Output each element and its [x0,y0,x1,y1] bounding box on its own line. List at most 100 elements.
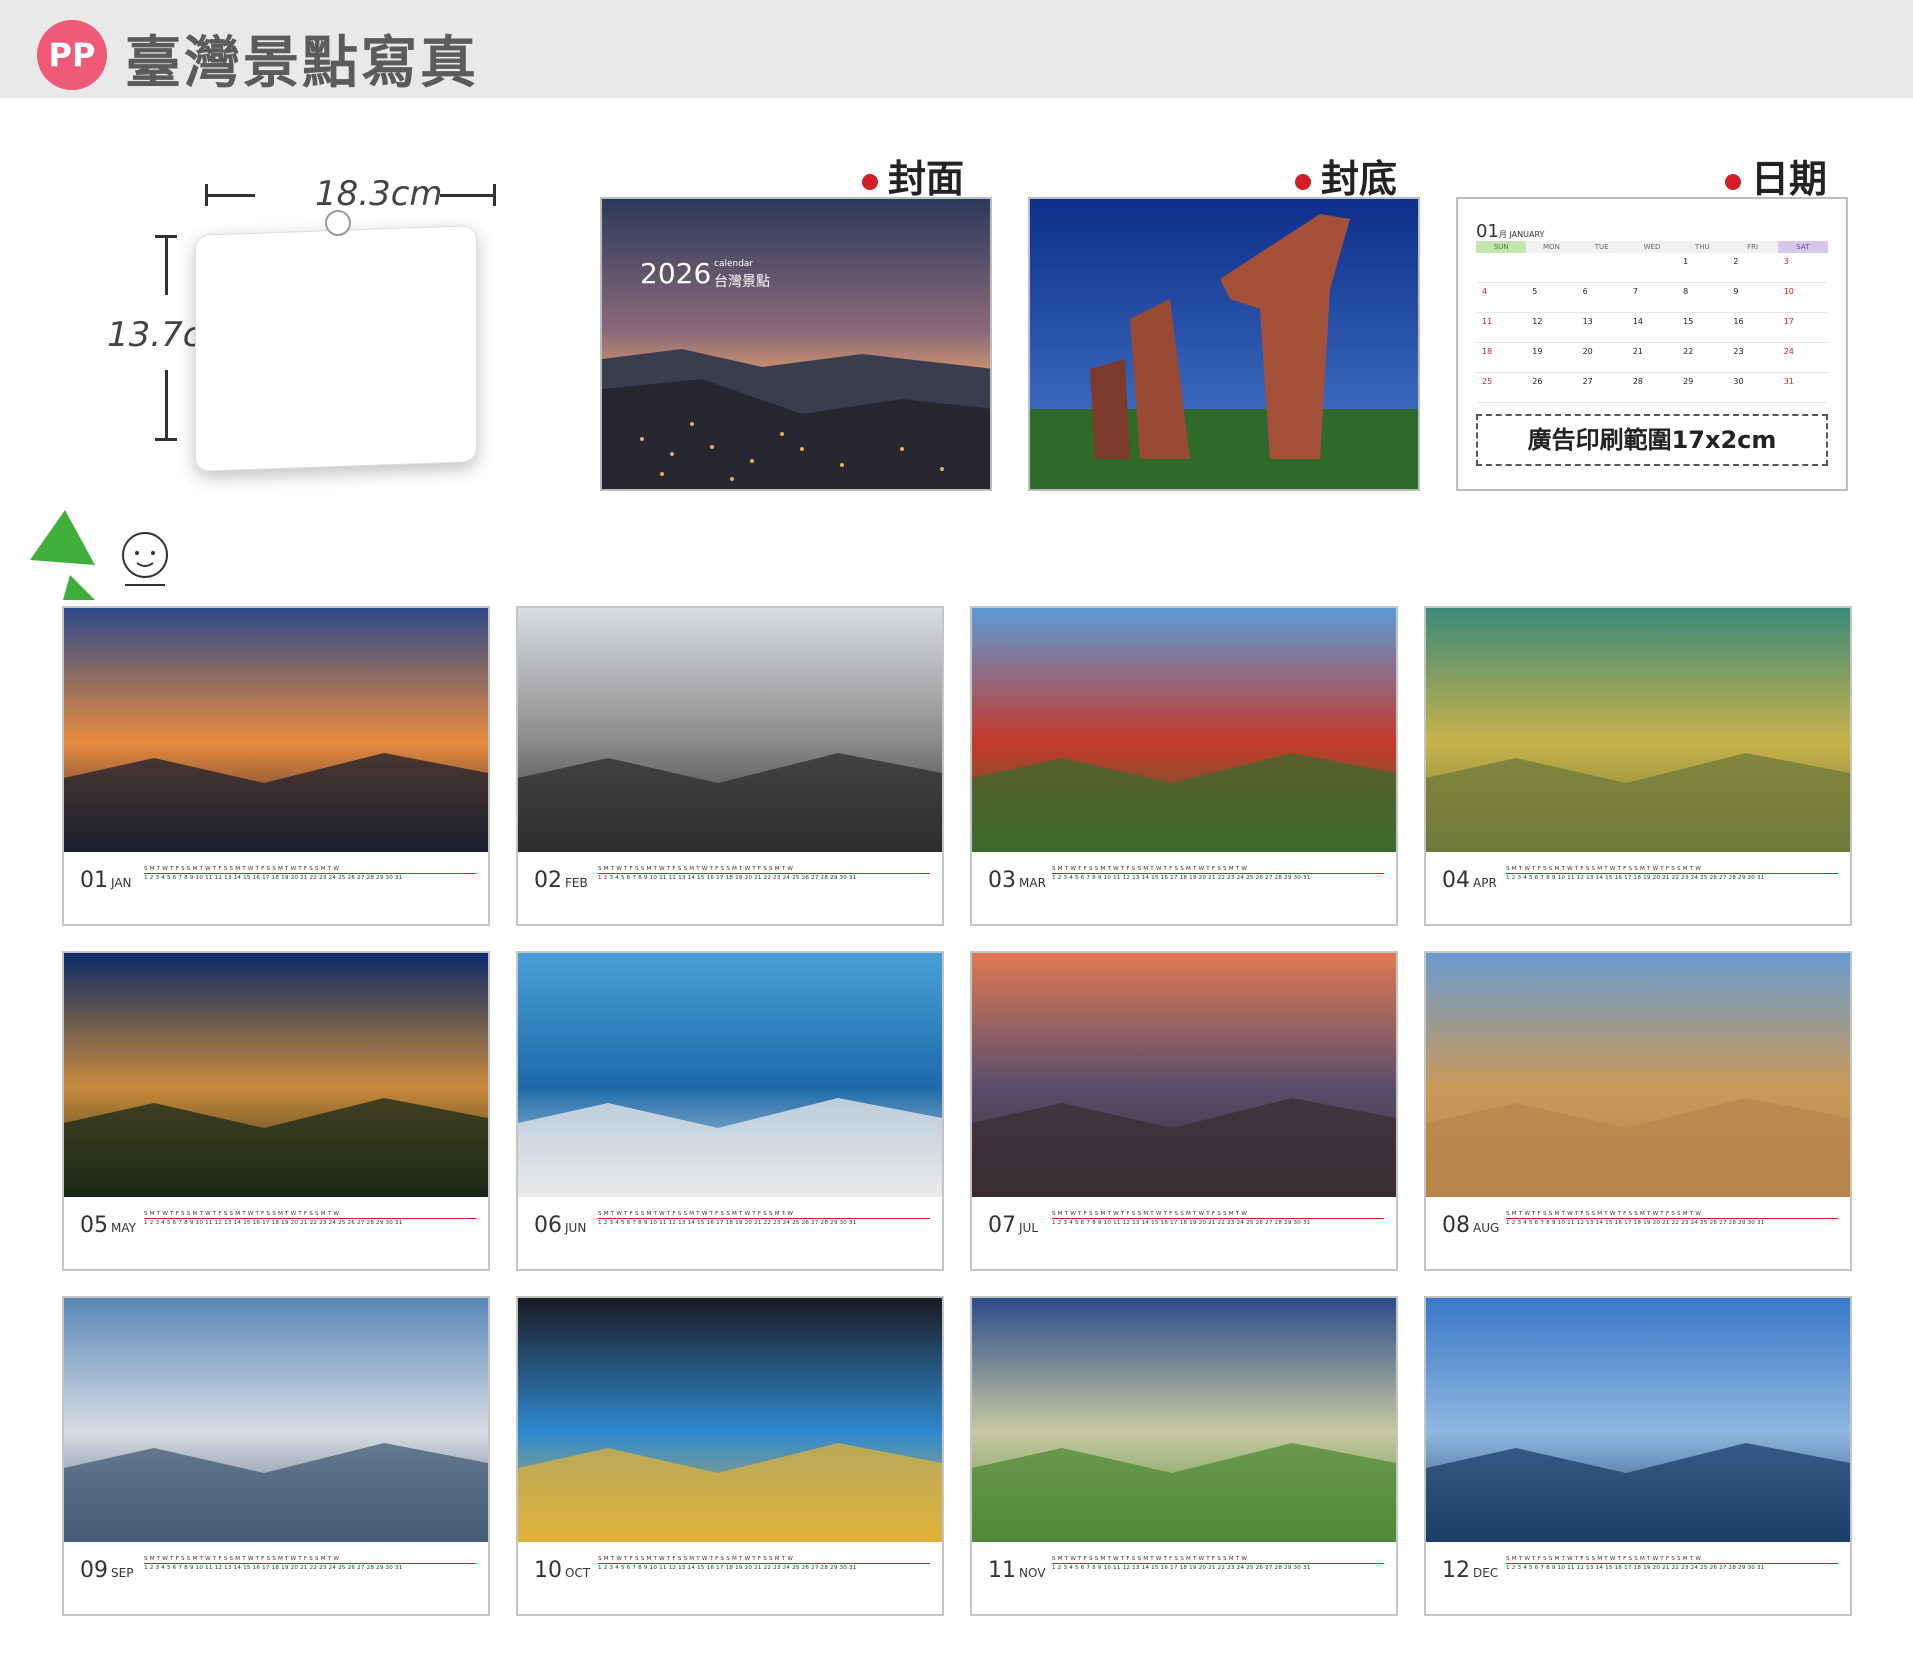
date-row: 11 12 13 14 15 16 17 [1476,313,1828,343]
date-strip: S M T W T F S S M T W T F S S M T W T F … [598,1556,930,1578]
calendar-sheet-illustration [195,225,477,472]
label-back: 封底 [1295,148,1397,203]
month-abbr: MAY [111,1221,136,1235]
date-cell: 24 [1783,347,1794,356]
weekday-label: TUE [1576,241,1627,253]
strip-rule [1052,1218,1384,1219]
weekday-header: SUN MON TUE WED THU FRI SAT [1476,241,1828,253]
date-cell [1627,253,1677,282]
date-strip: S M T W T F S S M T W T F S S M T W T F … [1506,1211,1838,1233]
date-strip: S M T W T F S S M T W T F S S M T W T F … [598,1211,930,1233]
weekday-label: THU [1677,241,1728,253]
hang-hole-icon [325,210,351,236]
strip-rule [1052,873,1384,874]
month-abbr: APR [1473,876,1497,890]
month-photo-image [518,608,942,852]
width-label: 18.3cm [315,174,443,214]
page-title: 臺灣景點寫真 [125,31,479,96]
month-abbr: NOV [1019,1566,1046,1580]
month-photo-image [1426,1298,1850,1542]
strip-dates: 1 2 3 4 5 6 7 8 9 10 11 12 13 14 15 16 1… [144,1220,403,1226]
strip-dates: 1 2 3 4 5 6 7 8 9 10 11 12 13 14 15 16 1… [598,875,857,881]
width-arrow-left [205,194,255,197]
date-grid: SUN MON TUE WED THU FRI SAT 1 2 3 4 5 6 7 8 9 10 11 12 13 1… [1476,241,1828,403]
month-photo-image [64,953,488,1197]
strip-dates: 1 2 3 4 5 6 7 8 9 10 11 12 13 14 15 16 1… [598,1220,857,1226]
red-dot-icon [862,173,878,190]
date-cell: 15 [1683,317,1694,326]
month-photo [972,608,1396,852]
strip-weekdays: S M T W T F S S M T W T F S S M T W T F … [144,866,340,872]
strip-rule [598,1218,930,1219]
cover-year: 2026 [640,257,712,290]
month-photo [64,1298,488,1542]
weekday-label: SAT [1777,241,1828,253]
month-abbr: MAR [1019,876,1046,890]
strip-rule [598,873,930,874]
strip-dates: 1 2 3 4 5 6 7 8 9 10 11 12 13 14 15 16 1… [1052,875,1311,881]
strip-rule [1506,873,1838,874]
width-arrow-right [440,194,495,197]
month-photo-image [1426,953,1850,1197]
month-card-jul: 07 JUL S M T W T F S S M T W T F S S M T W… [970,951,1398,1271]
back-photo [1030,199,1418,489]
date-cell: 26 [1532,377,1543,386]
month-card-jun: 06 JUN S M T W T F S S M T W T F S S M T W… [516,951,944,1271]
date-cell: 25 [1482,377,1493,386]
date-cell: 5 [1532,287,1538,296]
red-dot-icon [1725,173,1741,190]
strip-weekdays: S M T W T F S S M T W T F S S M T W T F … [1052,866,1248,872]
month-photo [518,608,942,852]
month-number: 05 [80,1213,108,1238]
strip-rule [1052,1563,1384,1564]
month-photo [64,608,488,852]
month-photo [972,1298,1396,1542]
date-cell: 14 [1632,317,1644,326]
date-cell: 11 [1482,317,1493,326]
height-arrow-bottom [165,370,168,440]
month-label: 10 OCT [534,1558,590,1583]
date-preview: 01月 JANUARY SUN MON TUE WED THU FRI SAT 123456… [1456,197,1848,491]
month-number: 08 [1442,1213,1470,1238]
date-row: 25 26 27 28 29 30 31 [1476,373,1828,403]
date-cell [1526,253,1576,282]
date-cell: 1 [1683,257,1689,266]
strip-dates: 1 2 3 4 5 6 7 8 9 10 11 12 13 14 15 16 1… [144,875,403,881]
month-photo [1426,953,1850,1197]
date-cell: 4 [1482,287,1488,296]
pp-logo: PP [37,20,107,90]
label-cover: 封面 [862,148,964,203]
strip-dates: 1 2 3 4 5 6 7 8 9 10 11 12 13 14 15 16 1… [1506,1220,1765,1226]
month-card-oct: 10 OCT S M T W T F S S M T W T F S S M T W… [516,1296,944,1616]
strip-weekdays: S M T W T F S S M T W T F S S M T W T F … [144,1556,340,1562]
month-photo-image [64,1298,488,1542]
strip-rule [144,873,476,874]
strip-weekdays: S M T W T F S S M T W T F S S M T W T F … [1052,1211,1248,1217]
month-label: 07 JUL [988,1213,1038,1238]
date-cell: 9 [1733,287,1739,296]
date-cell: 2 [1733,257,1739,266]
strip-rule [1506,1218,1838,1219]
date-row: 4 5 6 7 8 9 10 [1476,283,1828,313]
strip-dates: 1 2 3 4 5 6 7 8 9 10 11 12 13 14 15 16 1… [1506,1565,1765,1571]
month-abbr: JAN [111,876,132,890]
month-card-feb: 02 FEB S M T W T F S S M T W T F S S M T W… [516,606,944,926]
date-cell: 18 [1482,347,1493,356]
month-photo [1426,608,1850,852]
month-card-apr: 04 APR S M T W T F S S M T W T F S S M T W… [1424,606,1852,926]
strip-dates: 1 2 3 4 5 6 7 8 9 10 11 12 13 14 15 16 1… [1506,875,1765,881]
strip-weekdays: S M T W T F S S M T W T F S S M T W T F … [1506,866,1702,872]
month-number: 10 [534,1558,562,1583]
width-arrow-left-end [205,184,208,206]
height-arrow-top [165,235,168,295]
date-cell: 20 [1582,347,1593,356]
month-label: 03 MAR [988,868,1046,893]
strip-weekdays: S M T W T F S S M T W T F S S M T W T F … [1506,1556,1702,1562]
back-preview [1028,197,1420,491]
date-cell [1476,253,1526,282]
strip-rule [1506,1563,1838,1564]
date-cell: 28 [1632,377,1644,386]
date-month-title: 01月 JANUARY [1476,221,1545,242]
date-strip: S M T W T F S S M T W T F S S M T W T F … [598,866,930,888]
strip-dates: 1 2 3 4 5 6 7 8 9 10 11 12 13 14 15 16 1… [144,1565,403,1571]
